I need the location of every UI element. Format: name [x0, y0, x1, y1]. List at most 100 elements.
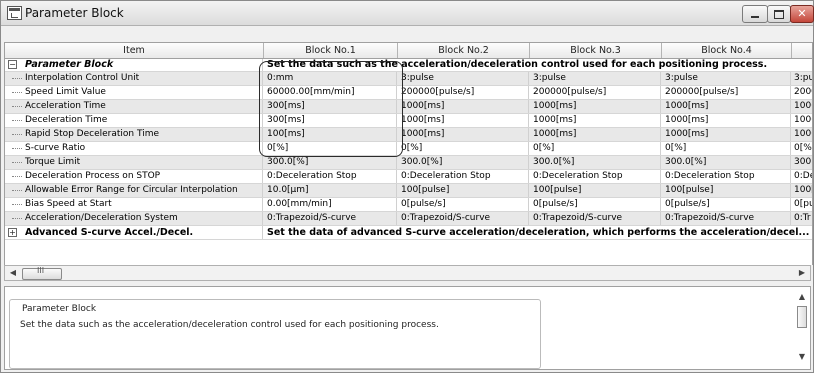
scroll-up-icon[interactable]: ▲ [797, 292, 807, 301]
value-cell-block-4[interactable]: 0:Trapezoid/S-curve [662, 212, 791, 225]
value-cell-block-4[interactable]: 1000[ms] [662, 114, 791, 127]
value-cell-block-1[interactable]: 100[ms] [264, 128, 397, 141]
table-row[interactable]: S-curve Ratio 0[%] 0[%] 0[%] 0[%] 0[% [5, 142, 812, 156]
table-row[interactable]: Deceleration Time 300[ms] 1000[ms] 1000[ms]… [5, 114, 812, 128]
value-cell-block-2[interactable]: 300.0[%] [398, 156, 529, 169]
item-label: S-curve Ratio [5, 142, 263, 155]
horizontal-scrollbar[interactable]: ◀ III ▶ [4, 265, 811, 281]
scroll-down-icon[interactable]: ▼ [797, 352, 807, 361]
group-label: Parameter Block [5, 58, 263, 71]
value-cell-block-3[interactable]: 200000[pulse/s] [530, 86, 661, 99]
table-row[interactable]: Acceleration Time 300[ms] 1000[ms] 1000[ms]… [5, 100, 812, 114]
table-row[interactable]: Rapid Stop Deceleration Time 100[ms] 1000[… [5, 128, 812, 142]
value-cell-block-4[interactable]: 0[pulse/s] [662, 198, 791, 211]
group-label: Advanced S-curve Accel./Decel. [5, 226, 263, 239]
value-cell-block-3[interactable]: 3:pulse [530, 72, 661, 85]
table-row[interactable]: Allowable Error Range for Circular Inter… [5, 184, 812, 198]
value-cell-block-4[interactable]: 0[%] [662, 142, 791, 155]
value-cell-block-4[interactable]: 1000[ms] [662, 128, 791, 141]
table-group-row[interactable]: + Advanced S-curve Accel./Decel. Set the d… [5, 226, 812, 240]
value-cell-block-5[interactable]: 0:De [791, 170, 812, 183]
value-cell-block-2[interactable]: 3:pulse [398, 72, 529, 85]
value-cell-block-1[interactable]: 0:Trapezoid/S-curve [264, 212, 397, 225]
column-header-block-4[interactable]: Block No.4 [662, 43, 792, 58]
value-cell-block-1[interactable]: 0.00[mm/min] [264, 198, 397, 211]
value-cell-block-4[interactable]: 100[pulse] [662, 184, 791, 197]
value-cell-block-2[interactable]: 1000[ms] [398, 114, 529, 127]
table-row[interactable]: Speed Limit Value 60000.00[mm/min] 200000[… [5, 86, 812, 100]
item-label: Allowable Error Range for Circular Inter… [5, 184, 263, 197]
value-cell-block-5[interactable]: 0[% [791, 142, 812, 155]
description-group: Parameter Block Set the data such as the… [9, 299, 541, 369]
value-cell-block-4[interactable]: 300.0[%] [662, 156, 791, 169]
value-cell-block-5[interactable]: 0[pu [791, 198, 812, 211]
value-cell-block-2[interactable]: 1000[ms] [398, 128, 529, 141]
value-cell-block-2[interactable]: 0[%] [398, 142, 529, 155]
value-cell-block-3[interactable]: 0:Trapezoid/S-curve [530, 212, 661, 225]
value-cell-block-2[interactable]: 0[pulse/s] [398, 198, 529, 211]
group-description: Set the data of advanced S-curve acceler… [267, 227, 810, 238]
value-cell-block-4[interactable]: 1000[ms] [662, 100, 791, 113]
vertical-scrollbar[interactable]: ▲ ▼ [795, 288, 809, 368]
value-cell-block-3[interactable]: 0:Deceleration Stop [530, 170, 661, 183]
value-cell-block-5[interactable]: 2000 [791, 86, 812, 99]
table-row[interactable]: Interpolation Control Unit 0:mm 3:pulse 3:p… [5, 72, 812, 86]
value-cell-block-2[interactable]: 0:Trapezoid/S-curve [398, 212, 529, 225]
value-cell-block-3[interactable]: 100[pulse] [530, 184, 661, 197]
value-cell-block-1[interactable]: 0:mm [264, 72, 397, 85]
column-header-block-3[interactable]: Block No.3 [530, 43, 662, 58]
column-header-block-1[interactable]: Block No.1 [264, 43, 398, 58]
value-cell-block-3[interactable]: 0[%] [530, 142, 661, 155]
value-cell-block-3[interactable]: 0[pulse/s] [530, 198, 661, 211]
value-cell-block-3[interactable]: 1000[ms] [530, 128, 661, 141]
column-header-block-2[interactable]: Block No.2 [398, 43, 530, 58]
title-bar[interactable]: Parameter Block ✕ [1, 1, 814, 26]
item-label: Speed Limit Value [5, 86, 263, 99]
vertical-scroll-thumb[interactable] [797, 306, 807, 328]
minimize-button[interactable] [742, 5, 768, 23]
maximize-button[interactable] [767, 5, 791, 23]
value-cell-block-4[interactable]: 3:pulse [662, 72, 791, 85]
column-header-item[interactable]: Item [5, 43, 264, 58]
table-row[interactable]: Acceleration/Deceleration System 0:Trapez… [5, 212, 812, 226]
scroll-thumb-grip: III [37, 266, 45, 275]
value-cell-block-2[interactable]: 200000[pulse/s] [398, 86, 529, 99]
scroll-right-icon[interactable]: ▶ [797, 268, 807, 278]
parameter-grid: − Parameter Block Set the data such as the… [4, 43, 813, 265]
value-cell-block-3[interactable]: 1000[ms] [530, 114, 661, 127]
value-cell-block-5[interactable]: 100[ [791, 184, 812, 197]
item-label: Rapid Stop Deceleration Time [5, 128, 263, 141]
value-cell-block-2[interactable]: 1000[ms] [398, 100, 529, 113]
value-cell-block-1[interactable]: 60000.00[mm/min] [264, 86, 397, 99]
value-cell-block-5[interactable]: 0:Tr [791, 212, 812, 225]
value-cell-block-2[interactable]: 0:Deceleration Stop [398, 170, 529, 183]
close-icon: ✕ [797, 7, 807, 20]
value-cell-block-3[interactable]: 1000[ms] [530, 100, 661, 113]
close-button[interactable]: ✕ [790, 5, 814, 23]
value-cell-block-1[interactable]: 300[ms] [264, 114, 397, 127]
value-cell-block-5[interactable]: 100( [791, 114, 812, 127]
table-row[interactable]: Bias Speed at Start 0.00[mm/min] 0[pulse/s… [5, 198, 812, 212]
value-cell-block-4[interactable]: 200000[pulse/s] [662, 86, 791, 99]
table-row[interactable]: Torque Limit 300.0[%] 300.0[%] 300.0[%] 300.… [5, 156, 812, 170]
parameter-block-window: Parameter Block ✕ Item Block No.1 Block … [0, 0, 814, 373]
value-cell-block-5[interactable]: 100( [791, 100, 812, 113]
value-cell-block-2[interactable]: 100[pulse] [398, 184, 529, 197]
value-cell-block-5[interactable]: 100( [791, 128, 812, 141]
scroll-thumb[interactable]: III [22, 266, 62, 280]
value-cell-block-4[interactable]: 0:Deceleration Stop [662, 170, 791, 183]
value-cell-block-1[interactable]: 0[%] [264, 142, 397, 155]
minimize-icon [751, 16, 759, 18]
table-row[interactable]: Deceleration Process on STOP 0:Decelerati… [5, 170, 812, 184]
value-cell-block-1[interactable]: 300.0[%] [264, 156, 397, 169]
value-cell-block-1[interactable]: 300[ms] [264, 100, 397, 113]
value-cell-block-1[interactable]: 10.0[µm] [264, 184, 397, 197]
value-cell-block-3[interactable]: 300.0[%] [530, 156, 661, 169]
maximize-icon [774, 10, 784, 19]
value-cell-block-5[interactable]: 3:pu [791, 72, 812, 85]
value-cell-block-1[interactable]: 0:Deceleration Stop [264, 170, 397, 183]
value-cell-block-5[interactable]: 300. [791, 156, 812, 169]
description-text: Set the data such as the acceleration/de… [20, 320, 439, 330]
table-group-row[interactable]: − Parameter Block Set the data such as the… [5, 58, 812, 72]
scroll-left-icon[interactable]: ◀ [8, 268, 18, 278]
